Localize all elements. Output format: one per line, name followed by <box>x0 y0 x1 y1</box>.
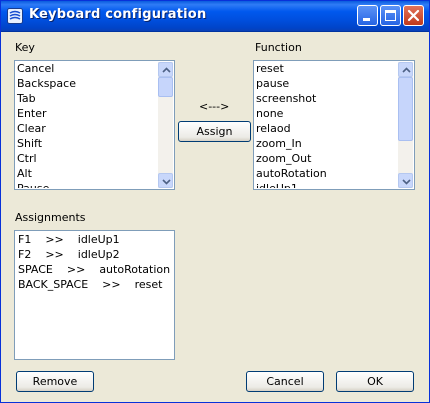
key-list[interactable]: Cancel Backspace Tab Enter Clear Shift Ctrl Alt… <box>14 60 175 190</box>
list-item[interactable]: Shift <box>16 137 157 152</box>
assignments-label: Assignments <box>15 211 86 224</box>
function-scroll-down-button[interactable] <box>398 173 413 188</box>
list-item[interactable]: Pause <box>16 182 157 188</box>
assignment-separator: >> <box>45 233 64 246</box>
assign-button[interactable]: Assign <box>178 121 251 142</box>
assignment-key: SPACE <box>18 263 53 276</box>
close-icon <box>407 9 420 22</box>
list-item[interactable]: relaod <box>255 122 397 137</box>
list-item[interactable]: reset <box>255 62 397 77</box>
assignment-row[interactable]: BACK_SPACE >> reset <box>16 278 173 293</box>
list-item[interactable]: autoRotation <box>255 167 397 182</box>
close-button[interactable] <box>403 5 424 26</box>
minimize-icon <box>363 18 370 21</box>
key-label: Key <box>15 41 35 54</box>
assignment-function: idleUp1 <box>77 233 120 246</box>
assignment-row[interactable]: F1 >> idleUp1 <box>16 233 173 248</box>
key-scroll-thumb[interactable] <box>158 77 173 97</box>
cancel-button[interactable]: Cancel <box>246 371 324 392</box>
maximize-icon <box>385 10 396 21</box>
window-title: Keyboard configuration <box>29 7 207 22</box>
assignments-list[interactable]: F1 >> idleUp1 F2 >> idleUp2 SPACE >> autoRotatio… <box>14 230 175 360</box>
list-item[interactable]: pause <box>255 77 397 92</box>
key-list-scrollbar[interactable] <box>158 62 173 188</box>
mapping-arrow: <---> <box>199 100 230 113</box>
minimize-button[interactable] <box>357 5 378 26</box>
scroll-up-icon <box>162 67 171 73</box>
list-item[interactable]: Ctrl <box>16 152 157 167</box>
list-item[interactable]: zoom_In <box>255 137 397 152</box>
assignment-separator: >> <box>66 263 86 276</box>
key-scroll-down-button[interactable] <box>158 173 173 188</box>
list-item[interactable]: Alt <box>16 167 157 182</box>
assignment-function: idleUp2 <box>77 248 120 261</box>
keyboard-config-window: Keyboard configuration Key Cancel Backspa… <box>0 0 430 403</box>
list-item[interactable]: idleUp1 <box>255 182 397 188</box>
assignment-function: autoRotation <box>99 263 171 276</box>
function-label: Function <box>255 41 302 54</box>
function-list[interactable]: reset pause screenshot none relaod zoom_In zoo… <box>253 60 415 190</box>
assignment-key: F2 <box>18 248 32 261</box>
assignment-row[interactable]: F2 >> idleUp2 <box>16 248 173 263</box>
list-item[interactable]: Clear <box>16 122 157 137</box>
function-list-scrollbar[interactable] <box>398 62 413 188</box>
scroll-down-icon <box>162 179 171 185</box>
maximize-button[interactable] <box>380 5 401 26</box>
ok-button[interactable]: OK <box>336 371 414 392</box>
list-item[interactable]: none <box>255 107 397 122</box>
function-scroll-up-button[interactable] <box>398 62 413 77</box>
key-scroll-up-button[interactable] <box>158 62 173 77</box>
function-scroll-thumb[interactable] <box>398 77 413 141</box>
list-item[interactable]: screenshot <box>255 92 397 107</box>
list-item[interactable]: Enter <box>16 107 157 122</box>
list-item[interactable]: Cancel <box>16 62 157 77</box>
title-bar[interactable]: Keyboard configuration <box>1 1 429 32</box>
assignment-key: F1 <box>18 233 32 246</box>
assignment-separator: >> <box>45 248 64 261</box>
scroll-up-icon <box>402 67 411 73</box>
app-icon <box>7 8 23 24</box>
list-item[interactable]: zoom_Out <box>255 152 397 167</box>
assignment-function: reset <box>134 278 163 291</box>
list-item[interactable]: Tab <box>16 92 157 107</box>
assignment-separator: >> <box>102 278 121 291</box>
list-item[interactable]: Backspace <box>16 77 157 92</box>
remove-button[interactable]: Remove <box>16 371 94 392</box>
assignment-row[interactable]: SPACE >> autoRotation <box>16 263 173 278</box>
assignment-key: BACK_SPACE <box>18 278 89 291</box>
scroll-down-icon <box>402 179 411 185</box>
